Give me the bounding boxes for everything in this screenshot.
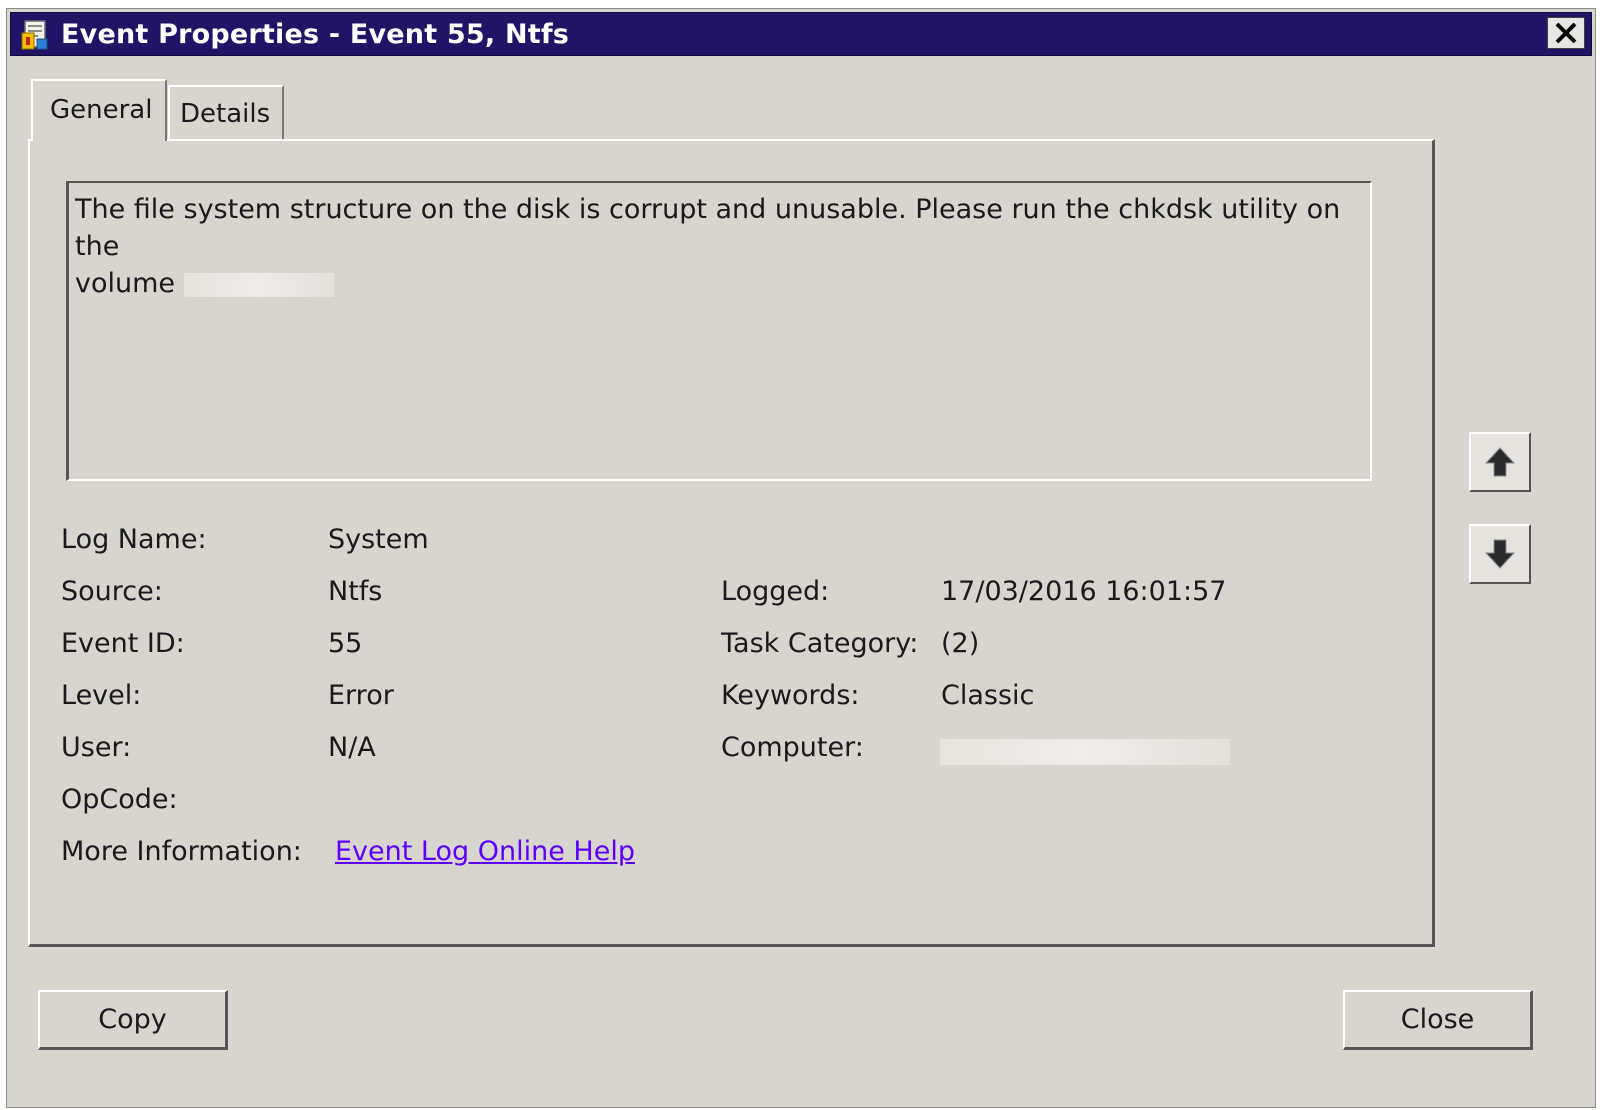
description-line-1: The file system structure on the disk is…: [75, 194, 1341, 262]
keywords-value: Classic: [941, 680, 1035, 711]
previous-event-button[interactable]: [1469, 432, 1531, 492]
copy-button[interactable]: Copy: [38, 990, 228, 1050]
arrow-up-icon: [1485, 447, 1515, 477]
window-title: Event Properties - Event 55, Ntfs: [61, 19, 570, 50]
log-name-value: System: [328, 524, 429, 555]
event-properties-window: Event Properties - Event 55, Ntfs Genera…: [6, 8, 1596, 1108]
task-category-value: (2): [941, 628, 980, 659]
close-button[interactable]: Close: [1343, 990, 1533, 1050]
general-tab-panel: The file system structure on the disk is…: [28, 139, 1435, 947]
user-label: User:: [61, 732, 132, 763]
description-line-2: volume: [75, 268, 176, 299]
next-event-button[interactable]: [1469, 524, 1531, 584]
event-description-box[interactable]: The file system structure on the disk is…: [66, 181, 1372, 481]
log-name-label: Log Name:: [61, 524, 207, 555]
event-id-label: Event ID:: [61, 628, 185, 659]
keywords-label: Keywords:: [721, 680, 860, 711]
level-label: Level:: [61, 680, 142, 711]
title-close-button[interactable]: [1547, 17, 1585, 49]
opcode-label: OpCode:: [61, 784, 178, 815]
logged-value: 17/03/2016 16:01:57: [941, 576, 1227, 607]
user-value: N/A: [328, 732, 376, 763]
tab-general[interactable]: General: [31, 79, 167, 141]
tab-details-label: Details: [180, 99, 271, 129]
close-icon: [1555, 22, 1577, 44]
event-viewer-icon: [21, 20, 48, 50]
logged-label: Logged:: [721, 576, 830, 607]
title-bar[interactable]: Event Properties - Event 55, Ntfs: [10, 12, 1592, 56]
event-log-online-help-link[interactable]: Event Log Online Help: [335, 836, 635, 867]
source-label: Source:: [61, 576, 163, 607]
computer-label: Computer:: [721, 732, 864, 763]
redacted-computer-name: [940, 739, 1230, 765]
event-id-value: 55: [328, 628, 363, 659]
tab-general-label: General: [50, 95, 153, 125]
arrow-down-icon: [1485, 539, 1515, 569]
redacted-volume-name: [183, 272, 334, 297]
tab-details[interactable]: Details: [168, 85, 284, 139]
level-value: Error: [328, 680, 394, 711]
task-category-label: Task Category:: [721, 628, 919, 659]
source-value: Ntfs: [328, 576, 383, 607]
more-information-label: More Information:: [61, 836, 302, 867]
